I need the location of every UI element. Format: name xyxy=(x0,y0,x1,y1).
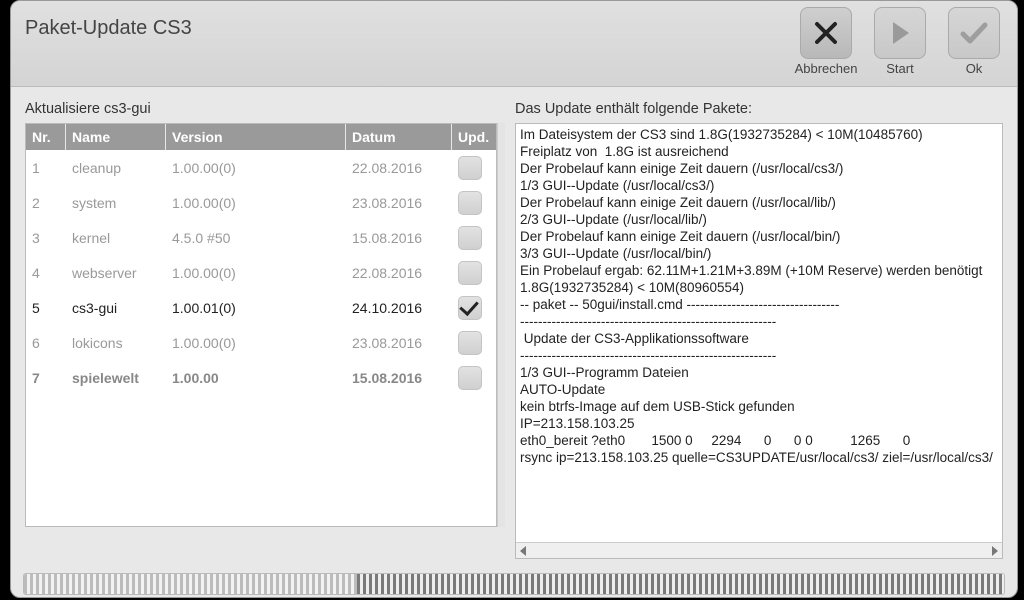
content-area: Aktualisiere cs3-gui Nr. Name Version Da… xyxy=(11,87,1017,567)
ok-button[interactable]: Ok xyxy=(945,7,1003,76)
cell-date: 23.08.2016 xyxy=(346,195,452,211)
cell-nr: 5 xyxy=(26,300,66,316)
update-checkbox[interactable] xyxy=(458,331,482,355)
window-title: Paket-Update CS3 xyxy=(25,1,192,40)
log-panel: Das Update enthält folgende Pakete: Im D… xyxy=(515,101,1003,559)
cell-name: webserver xyxy=(66,265,166,281)
cell-nr: 1 xyxy=(26,160,66,176)
cell-name: spielewelt xyxy=(66,370,166,386)
cell-upd xyxy=(452,226,496,250)
cell-upd xyxy=(452,366,496,390)
col-version[interactable]: Version xyxy=(166,124,346,150)
log-container: Im Dateisystem der CS3 sind 1.8G(1932735… xyxy=(515,123,1003,559)
cell-date: 24.10.2016 xyxy=(346,300,452,316)
table-body[interactable]: 1cleanup1.00.00(0)22.08.20162system1.00.… xyxy=(26,150,496,526)
right-heading: Das Update enthält folgende Pakete: xyxy=(515,101,1003,117)
cell-nr: 6 xyxy=(26,335,66,351)
update-checkbox[interactable] xyxy=(458,226,482,250)
cell-upd xyxy=(452,331,496,355)
update-dialog: Paket-Update CS3 Abbrechen Start Ok xyxy=(10,0,1018,598)
cell-date: 15.08.2016 xyxy=(346,230,452,246)
table-row[interactable]: 6lokicons1.00.00(0)23.08.2016 xyxy=(26,325,496,360)
progress-rest xyxy=(357,574,1004,594)
table-row[interactable]: 7spielewelt1.00.0015.08.2016 xyxy=(26,360,496,395)
close-icon xyxy=(800,7,852,59)
cell-nr: 4 xyxy=(26,265,66,281)
cell-name: cleanup xyxy=(66,160,166,176)
update-checkbox[interactable] xyxy=(458,261,482,285)
check-icon xyxy=(948,7,1000,59)
cell-version: 1.00.00 xyxy=(166,370,346,386)
play-icon xyxy=(874,7,926,59)
cell-version: 1.00.00(0) xyxy=(166,335,346,351)
cell-version: 1.00.00(0) xyxy=(166,160,346,176)
package-list-panel: Aktualisiere cs3-gui Nr. Name Version Da… xyxy=(25,101,505,559)
package-table: Nr. Name Version Datum Upd. 1cleanup1.00… xyxy=(25,123,497,527)
table-row[interactable]: 4webserver1.00.00(0)22.08.2016 xyxy=(26,255,496,290)
col-name[interactable]: Name xyxy=(66,124,166,150)
cell-upd xyxy=(452,156,496,180)
log-output[interactable]: Im Dateisystem der CS3 sind 1.8G(1932735… xyxy=(516,124,1002,542)
table-header: Nr. Name Version Datum Upd. xyxy=(26,124,496,150)
cell-date: 22.08.2016 xyxy=(346,265,452,281)
progress-area xyxy=(11,567,1017,597)
progress-bar xyxy=(23,573,1005,595)
start-button[interactable]: Start xyxy=(871,7,929,76)
update-checkbox[interactable] xyxy=(458,156,482,180)
titlebar: Paket-Update CS3 Abbrechen Start Ok xyxy=(11,1,1017,87)
cell-name: kernel xyxy=(66,230,166,246)
cell-name: lokicons xyxy=(66,335,166,351)
cell-date: 23.08.2016 xyxy=(346,335,452,351)
progress-fill xyxy=(24,574,357,594)
table-row[interactable]: 3kernel4.5.0 #5015.08.2016 xyxy=(26,220,496,255)
cell-version: 1.00.01(0) xyxy=(166,300,346,316)
cell-name: cs3-gui xyxy=(66,300,166,316)
cell-version: 1.00.00(0) xyxy=(166,265,346,281)
log-h-scrollbar[interactable] xyxy=(516,542,1002,558)
cell-version: 1.00.00(0) xyxy=(166,195,346,211)
update-checkbox[interactable] xyxy=(458,191,482,215)
col-upd[interactable]: Upd. xyxy=(452,124,496,150)
cell-nr: 2 xyxy=(26,195,66,211)
update-checkbox[interactable] xyxy=(458,366,482,390)
update-checkbox[interactable] xyxy=(458,296,482,320)
cell-date: 22.08.2016 xyxy=(346,160,452,176)
start-label: Start xyxy=(886,61,913,76)
cancel-label: Abbrechen xyxy=(795,61,858,76)
table-row[interactable]: 1cleanup1.00.00(0)22.08.2016 xyxy=(26,150,496,185)
cell-upd xyxy=(452,261,496,285)
cancel-button[interactable]: Abbrechen xyxy=(797,7,855,76)
cell-upd xyxy=(452,296,496,320)
left-heading: Aktualisiere cs3-gui xyxy=(25,101,505,117)
col-nr[interactable]: Nr. xyxy=(26,124,66,150)
table-row[interactable]: 2system1.00.00(0)23.08.2016 xyxy=(26,185,496,220)
table-scrollbar[interactable] xyxy=(497,123,505,527)
cell-date: 15.08.2016 xyxy=(346,370,452,386)
cell-nr: 3 xyxy=(26,230,66,246)
cell-upd xyxy=(452,191,496,215)
cell-nr: 7 xyxy=(26,370,66,386)
col-date[interactable]: Datum xyxy=(346,124,452,150)
toolbar: Abbrechen Start Ok xyxy=(797,1,1003,76)
cell-version: 4.5.0 #50 xyxy=(166,230,346,246)
ok-label: Ok xyxy=(966,61,983,76)
cell-name: system xyxy=(66,195,166,211)
table-row[interactable]: 5cs3-gui1.00.01(0)24.10.2016 xyxy=(26,290,496,325)
